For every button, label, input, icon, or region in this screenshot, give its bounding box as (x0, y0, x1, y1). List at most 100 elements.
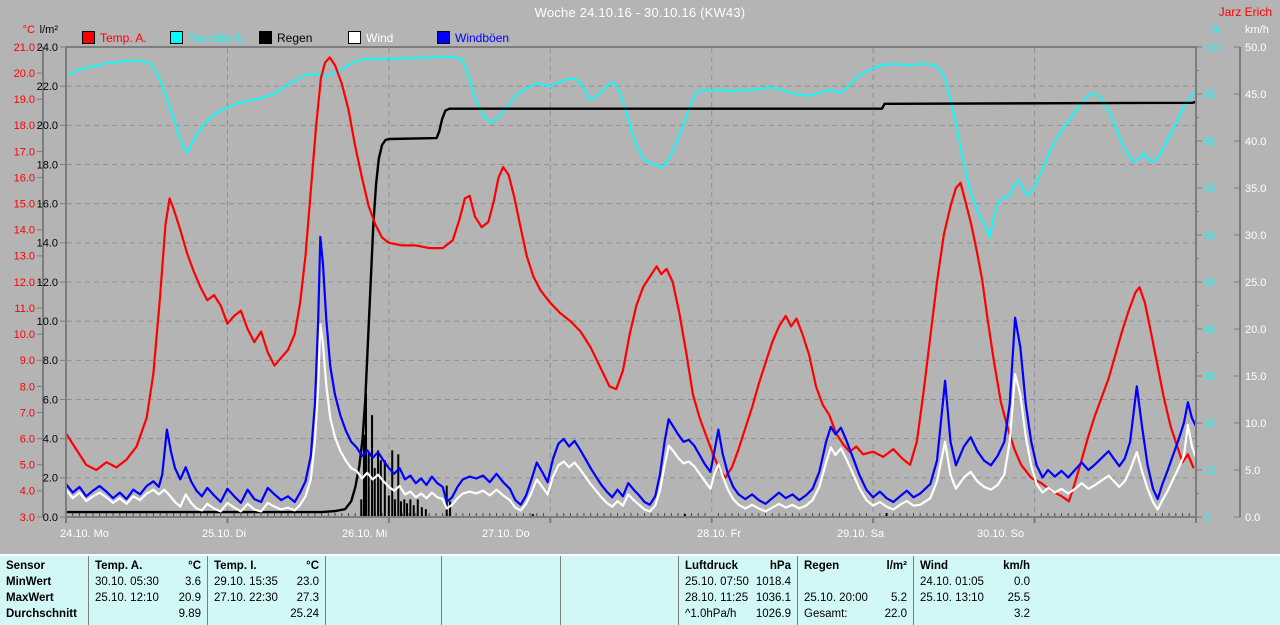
avg-value: 22.0 (884, 608, 907, 620)
svg-text:24.10. Mo: 24.10. Mo (60, 528, 109, 540)
svg-text:21.0: 21.0 (14, 42, 35, 54)
max-value: 1036.1 (755, 592, 791, 604)
svg-text:10.0: 10.0 (37, 316, 58, 328)
svg-text:35.0: 35.0 (1245, 183, 1266, 195)
row-label: MaxWert (6, 592, 54, 604)
svg-text:4.0: 4.0 (43, 434, 58, 446)
svg-text:80: 80 (1204, 136, 1216, 148)
table-divider (441, 556, 442, 625)
svg-text:6.0: 6.0 (43, 394, 58, 406)
svg-text:13.0: 13.0 (14, 251, 35, 263)
svg-text:29.10. Sa: 29.10. Sa (837, 528, 885, 540)
svg-text:%: % (1210, 24, 1220, 36)
svg-text:40.0: 40.0 (1245, 136, 1266, 148)
table-col-rain: Regen l/m² 25.10. 20:00 5.2 Gesamt: 22.0 (804, 558, 907, 622)
max-value: 27.3 (296, 592, 319, 604)
svg-text:7.0: 7.0 (20, 407, 35, 419)
svg-text:28.10. Fr: 28.10. Fr (697, 528, 741, 540)
col-name: Temp. I. (214, 560, 257, 572)
svg-text:15.0: 15.0 (1245, 371, 1266, 383)
svg-text:15.0: 15.0 (14, 199, 35, 211)
max-datetime: 25.10. 12:10 (95, 592, 159, 604)
svg-text:100: 100 (1204, 42, 1222, 54)
svg-text:12.0: 12.0 (37, 277, 58, 289)
svg-text:30.10. So: 30.10. So (977, 528, 1024, 540)
svg-text:8.0: 8.0 (43, 355, 58, 367)
svg-text:14.0: 14.0 (14, 225, 35, 237)
max-value: 25.5 (1007, 592, 1030, 604)
max-datetime: 27.10. 22:30 (214, 592, 278, 604)
table-col-temp-i: Temp. I. °C 29.10. 15:35 23.0 27.10. 22:30… (214, 558, 319, 622)
max-value: 5.2 (891, 592, 907, 604)
min-datetime: 25.10. 07:50 (685, 576, 749, 588)
svg-text:30: 30 (1204, 371, 1216, 383)
max-datetime: 25.10. 20:00 (804, 592, 868, 604)
svg-text:20: 20 (1204, 418, 1216, 430)
row-label: MinWert (6, 576, 52, 588)
table-divider (560, 556, 561, 625)
svg-text:24.0: 24.0 (37, 42, 58, 54)
svg-text:0.0: 0.0 (43, 512, 58, 524)
svg-text:9.0: 9.0 (20, 355, 35, 367)
svg-text:18.0: 18.0 (37, 159, 58, 171)
svg-text:16.0: 16.0 (37, 199, 58, 211)
svg-text:30.0: 30.0 (1245, 230, 1266, 242)
min-value: 23.0 (296, 576, 319, 588)
statistics-table: Sensor MinWert MaxWert Durchschnitt Temp… (0, 554, 1280, 625)
col-unit: l/m² (886, 560, 907, 572)
weather-week-chart: 3.04.05.06.07.08.09.010.011.012.013.014.… (14, 24, 1269, 540)
col-unit: °C (188, 560, 201, 572)
svg-text:70: 70 (1204, 183, 1216, 195)
min-value: 0.0 (1014, 576, 1030, 588)
svg-text:90: 90 (1204, 89, 1216, 101)
svg-text:5.0: 5.0 (20, 460, 35, 472)
table-col-temp-a: Temp. A. °C 30.10. 05:30 3.6 25.10. 12:10 2… (95, 558, 201, 622)
svg-text:5.0: 5.0 (1245, 465, 1260, 477)
svg-text:2.0: 2.0 (43, 473, 58, 485)
svg-text:°C: °C (23, 24, 35, 36)
svg-text:8.0: 8.0 (20, 381, 35, 393)
svg-text:27.10. Do: 27.10. Do (482, 528, 530, 540)
svg-text:25.0: 25.0 (1245, 277, 1266, 289)
svg-text:18.0: 18.0 (14, 120, 35, 132)
svg-text:0.0: 0.0 (1245, 512, 1260, 524)
avg-value: 25.24 (290, 608, 319, 620)
svg-text:10: 10 (1204, 465, 1216, 477)
min-value: 3.6 (185, 576, 201, 588)
svg-text:20.0: 20.0 (37, 120, 58, 132)
svg-text:25.10. Di: 25.10. Di (202, 528, 246, 540)
svg-text:16.0: 16.0 (14, 172, 35, 184)
svg-text:12.0: 12.0 (14, 277, 35, 289)
max-value: 20.9 (178, 592, 201, 604)
table-col-wind: Wind km/h 24.10. 01:05 0.0 25.10. 13:10 25.… (920, 558, 1030, 622)
svg-text:20.0: 20.0 (14, 68, 35, 80)
col-unit: km/h (1003, 560, 1030, 572)
col-name: Luftdruck (685, 560, 739, 572)
svg-text:20.0: 20.0 (1245, 324, 1266, 336)
svg-text:km/h: km/h (1245, 24, 1269, 36)
table-divider (325, 556, 326, 625)
svg-text:22.0: 22.0 (37, 81, 58, 93)
avg-label: Gesamt: (804, 608, 848, 620)
avg-value: 9.89 (178, 608, 201, 620)
svg-text:60: 60 (1204, 230, 1216, 242)
svg-text:19.0: 19.0 (14, 94, 35, 106)
svg-text:10.0: 10.0 (14, 329, 35, 341)
svg-text:4.0: 4.0 (20, 486, 35, 498)
table-divider (913, 556, 914, 625)
min-datetime: 30.10. 05:30 (95, 576, 159, 588)
svg-text:14.0: 14.0 (37, 238, 58, 250)
svg-text:50: 50 (1204, 277, 1216, 289)
weather-station-app: Woche 24.10.16 - 30.10.16 (KW43) Jarz Er… (0, 0, 1280, 625)
max-datetime: 28.10. 11:25 (685, 592, 749, 604)
col-name: Regen (804, 560, 840, 572)
min-datetime: 29.10. 15:35 (214, 576, 278, 588)
col-unit: °C (306, 560, 319, 572)
col-name: Wind (920, 560, 948, 572)
avg-value: 3.2 (1014, 608, 1030, 620)
row-label: Durchschnitt (6, 608, 77, 620)
svg-text:45.0: 45.0 (1245, 89, 1266, 101)
svg-text:l/m²: l/m² (40, 24, 59, 36)
table-divider (797, 556, 798, 625)
row-label: Sensor (6, 560, 45, 572)
